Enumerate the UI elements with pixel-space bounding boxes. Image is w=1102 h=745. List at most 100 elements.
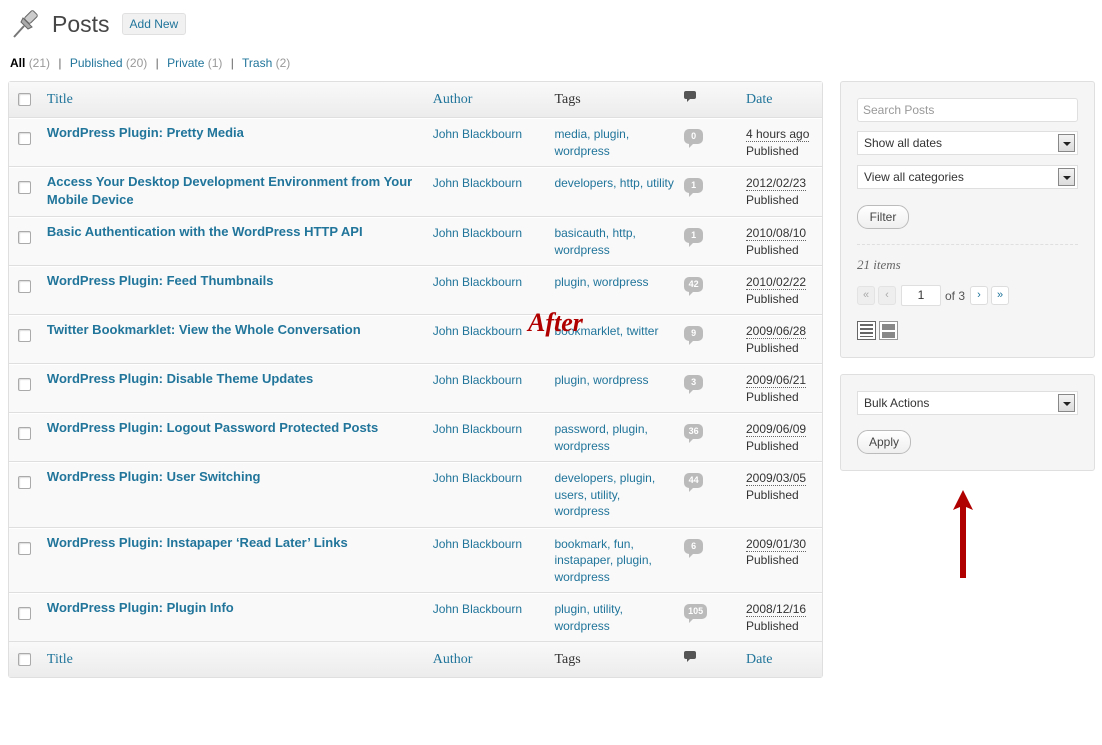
tag-links[interactable]: developers, plugin, xyxy=(554,471,655,485)
table-row: WordPress Plugin: User Switching John Bl… xyxy=(9,462,822,528)
post-date: 2009/03/05 xyxy=(746,471,807,486)
select-all-checkbox[interactable] xyxy=(18,92,31,106)
tag-links[interactable]: basicauth, http, xyxy=(554,226,635,240)
view-private-link[interactable]: Private xyxy=(167,56,204,70)
comment-count-bubble[interactable]: 6 xyxy=(684,537,704,558)
bubble-tail xyxy=(689,488,694,492)
tag-links[interactable]: bookmark, fun, xyxy=(554,537,633,551)
tag-links[interactable]: wordpress xyxy=(554,570,609,584)
sort-date-link[interactable]: Date xyxy=(746,92,772,107)
current-page-input[interactable]: 1 xyxy=(901,285,941,306)
select-all-checkbox-footer[interactable] xyxy=(18,652,31,666)
bubble-tail xyxy=(689,292,694,296)
view-all-link[interactable]: All xyxy=(10,56,25,70)
comment-count-bubble[interactable]: 36 xyxy=(684,422,704,443)
tag-links[interactable]: plugin, wordpress xyxy=(554,373,648,387)
comment-count-bubble[interactable]: 1 xyxy=(684,176,704,197)
first-page-button[interactable]: « xyxy=(857,286,875,305)
tag-links[interactable]: wordpress xyxy=(554,504,609,518)
search-posts-input[interactable]: Search Posts xyxy=(857,98,1078,122)
post-author-link[interactable]: John Blackbourn xyxy=(433,471,522,485)
pagination: « ‹ 1 of 3 › » xyxy=(857,285,1012,306)
comment-count-bubble[interactable]: 3 xyxy=(684,373,704,394)
column-date-footer: Date xyxy=(746,641,822,677)
filter-button[interactable]: Filter xyxy=(857,205,909,229)
post-author-link[interactable]: John Blackbourn xyxy=(433,422,522,436)
post-title-link[interactable]: WordPress Plugin: Disable Theme Updates xyxy=(47,371,313,386)
tag-links[interactable]: users, utility, xyxy=(554,488,620,502)
tag-links[interactable]: plugin, utility, xyxy=(554,602,622,616)
row-comments-cell: 3 xyxy=(684,364,746,413)
row-checkbox[interactable] xyxy=(18,378,31,392)
row-checkbox[interactable] xyxy=(18,132,31,146)
post-author-link[interactable]: John Blackbourn xyxy=(433,226,522,240)
prev-page-button[interactable]: ‹ xyxy=(878,286,896,305)
comment-icon[interactable] xyxy=(684,91,697,103)
post-title-link[interactable]: WordPress Plugin: Logout Password Protec… xyxy=(47,420,378,435)
post-author-link[interactable]: John Blackbourn xyxy=(433,602,522,616)
row-checkbox-cell xyxy=(9,217,47,266)
row-checkbox[interactable] xyxy=(18,607,31,621)
post-status: Published xyxy=(746,438,799,453)
post-title-link[interactable]: WordPress Plugin: Pretty Media xyxy=(47,125,244,140)
bulk-actions-select[interactable]: Bulk Actions xyxy=(857,391,1078,415)
row-title-cell: WordPress Plugin: Pretty Media xyxy=(46,118,433,167)
post-author-link[interactable]: John Blackbourn xyxy=(433,176,522,190)
post-author-link[interactable]: John Blackbourn xyxy=(433,373,522,387)
post-author-link[interactable]: John Blackbourn xyxy=(433,537,522,551)
comment-count-bubble[interactable]: 0 xyxy=(684,127,704,148)
bulk-actions-value: Bulk Actions xyxy=(864,396,930,410)
comment-count-bubble[interactable]: 105 xyxy=(684,602,708,623)
row-checkbox[interactable] xyxy=(18,280,31,294)
row-checkbox[interactable] xyxy=(18,476,31,490)
tag-links[interactable]: wordpress xyxy=(554,243,609,257)
comment-count-bubble[interactable]: 44 xyxy=(684,471,704,492)
post-date: 2009/06/28 xyxy=(746,324,807,339)
tag-links[interactable]: media, plugin, xyxy=(554,127,629,141)
post-title-link[interactable]: Basic Authentication with the WordPress … xyxy=(47,224,363,239)
apply-button[interactable]: Apply xyxy=(857,430,911,454)
tag-links[interactable]: developers, http, utility xyxy=(554,176,673,190)
dates-select[interactable]: Show all dates xyxy=(857,131,1078,155)
post-author-link[interactable]: John Blackbourn xyxy=(433,324,522,338)
row-checkbox[interactable] xyxy=(18,231,31,245)
last-page-button[interactable]: » xyxy=(991,286,1010,305)
comment-count: 36 xyxy=(684,424,704,439)
tag-links[interactable]: instapaper, plugin, xyxy=(554,553,651,567)
row-checkbox[interactable] xyxy=(18,329,31,343)
comment-count-bubble[interactable]: 42 xyxy=(684,275,704,296)
add-new-button[interactable]: Add New xyxy=(121,13,187,35)
bubble-tail xyxy=(689,553,694,558)
sort-date-link-footer[interactable]: Date xyxy=(746,652,772,667)
comment-count: 1 xyxy=(684,178,704,193)
sort-author-link-footer[interactable]: Author xyxy=(433,652,473,667)
row-checkbox[interactable] xyxy=(18,427,31,441)
view-published-link[interactable]: Published xyxy=(70,56,123,70)
comment-count-bubble[interactable]: 1 xyxy=(684,226,704,247)
excerpt-view-icon[interactable] xyxy=(879,321,898,340)
post-title-link[interactable]: WordPress Plugin: Plugin Info xyxy=(47,600,234,615)
post-author-link[interactable]: John Blackbourn xyxy=(433,127,522,141)
post-title-link[interactable]: Access Your Desktop Development Environm… xyxy=(47,174,412,207)
post-title-link[interactable]: WordPress Plugin: Instapaper ‘Read Later… xyxy=(47,535,348,550)
tag-links[interactable]: plugin, wordpress xyxy=(554,275,648,289)
post-title-link[interactable]: WordPress Plugin: User Switching xyxy=(47,469,261,484)
categories-select[interactable]: View all categories xyxy=(857,165,1078,189)
row-checkbox[interactable] xyxy=(18,541,31,555)
tag-links[interactable]: wordpress xyxy=(554,439,609,453)
tag-links[interactable]: password, plugin, xyxy=(554,422,647,436)
next-page-button[interactable]: › xyxy=(970,286,989,305)
sort-author-link[interactable]: Author xyxy=(433,92,473,107)
tag-links[interactable]: wordpress xyxy=(554,144,609,158)
comment-count-bubble[interactable]: 9 xyxy=(684,324,704,345)
post-author-link[interactable]: John Blackbourn xyxy=(433,275,522,289)
view-trash-link[interactable]: Trash xyxy=(242,56,272,70)
list-view-icon[interactable] xyxy=(857,321,876,340)
tag-links[interactable]: wordpress xyxy=(554,619,609,633)
post-title-link[interactable]: Twitter Bookmarklet: View the Whole Conv… xyxy=(47,322,361,337)
comment-icon[interactable] xyxy=(684,651,697,663)
post-title-link[interactable]: WordPress Plugin: Feed Thumbnails xyxy=(47,273,274,288)
sort-title-link[interactable]: Title xyxy=(47,92,73,107)
row-checkbox[interactable] xyxy=(18,181,31,195)
sort-title-link-footer[interactable]: Title xyxy=(47,652,73,667)
